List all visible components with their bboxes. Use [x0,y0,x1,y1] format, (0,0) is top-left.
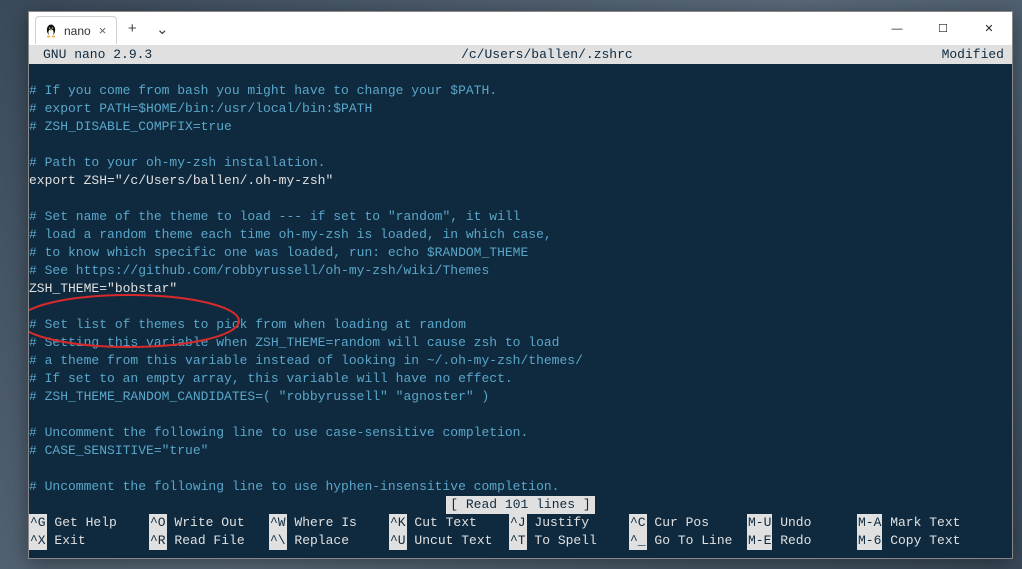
shortcut-key: ^W [269,514,287,532]
shortcut-key: ^R [149,532,167,550]
editor-line: # If you come from bash you might have t… [29,82,1012,100]
nano-filename: /c/Users/ballen/.zshrc [152,46,941,64]
shortcut-label: Write Out [167,514,245,532]
shortcut-label: Cur Pos [647,514,709,532]
shortcut-item: ^J Justify [509,514,629,532]
editor-line: # See https://github.com/robbyrussell/oh… [29,262,1012,280]
penguin-icon [44,24,58,38]
shortcut-key: ^U [389,532,407,550]
close-button[interactable]: ✕ [966,12,1012,46]
nano-version: GNU nano 2.9.3 [29,46,152,64]
shortcut-key: ^O [149,514,167,532]
app-window: nano × + ⌄ — ☐ ✕ GNU nano 2.9.3 /c/Users… [28,11,1013,559]
shortcut-label: Replace [287,532,349,550]
minimize-button[interactable]: — [874,12,920,46]
nano-status: [ Read 101 lines ] [29,496,1012,514]
editor-line: # Uncomment the following line to use hy… [29,478,1012,496]
shortcut-key: ^T [509,532,527,550]
shortcut-label: Get Help [47,514,117,532]
shortcut-item: ^W Where Is [269,514,389,532]
shortcut-key: ^J [509,514,527,532]
shortcut-item: ^X Exit [29,532,149,550]
shortcut-label: Exit [47,532,86,550]
editor-line: # export PATH=$HOME/bin:/usr/local/bin:$… [29,100,1012,118]
terminal-area[interactable]: GNU nano 2.9.3 /c/Users/ballen/.zshrc Mo… [29,46,1012,558]
tab-label: nano [64,24,91,38]
editor-line: # Set list of themes to pick from when l… [29,316,1012,334]
titlebar: nano × + ⌄ — ☐ ✕ [29,12,1012,46]
shortcut-label: Where Is [287,514,357,532]
shortcut-label: Undo [772,514,811,532]
nano-shortcuts: ^G Get Help^O Write Out^W Where Is^K Cut… [29,514,1012,552]
shortcut-label: Redo [772,532,811,550]
nano-status-text: [ Read 101 lines ] [446,496,594,514]
editor-line: # ZSH_DISABLE_COMPFIX=true [29,118,1012,136]
editor-line: # load a random theme each time oh-my-zs… [29,226,1012,244]
shortcut-key: ^\ [269,532,287,550]
editor-line: ZSH_THEME="bobstar" [29,280,1012,298]
shortcut-item: ^T To Spell [509,532,629,550]
editor-line: # Set name of the theme to load --- if s… [29,208,1012,226]
tab-nano[interactable]: nano × [35,16,117,44]
editor-body[interactable]: # If you come from bash you might have t… [29,64,1012,496]
maximize-button[interactable]: ☐ [920,12,966,46]
shortcut-label: Go To Line [647,532,733,550]
shortcut-key: M-U [747,514,772,532]
shortcut-label: To Spell [527,532,597,550]
editor-line [29,406,1012,424]
shortcut-item: ^C Cur Pos [629,514,747,532]
shortcut-item: ^O Write Out [149,514,269,532]
editor-line [29,460,1012,478]
shortcut-item: M-A Mark Text [857,514,967,532]
editor-line: # Path to your oh-my-zsh installation. [29,154,1012,172]
shortcut-key: M-A [857,514,882,532]
editor-line: # a theme from this variable instead of … [29,352,1012,370]
editor-line [29,298,1012,316]
window-controls: — ☐ ✕ [874,12,1012,46]
new-tab-button[interactable]: + [117,15,147,43]
shortcut-key: ^C [629,514,647,532]
shortcut-item: M-U Undo [747,514,857,532]
shortcut-label: Uncut Text [407,532,493,550]
editor-line: # Uncomment the following line to use ca… [29,424,1012,442]
editor-line: # ZSH_THEME_RANDOM_CANDIDATES=( "robbyru… [29,388,1012,406]
editor-line: # to know which specific one was loaded,… [29,244,1012,262]
shortcut-item: ^R Read File [149,532,269,550]
shortcut-item: ^G Get Help [29,514,149,532]
editor-line [29,136,1012,154]
editor-line: export ZSH="/c/Users/ballen/.oh-my-zsh" [29,172,1012,190]
shortcut-item: ^K Cut Text [389,514,509,532]
shortcut-label: Copy Text [882,532,960,550]
editor-line [29,64,1012,82]
editor-line: # If set to an empty array, this variabl… [29,370,1012,388]
shortcut-key: ^K [389,514,407,532]
shortcut-key: ^_ [629,532,647,550]
nano-header: GNU nano 2.9.3 /c/Users/ballen/.zshrc Mo… [29,46,1012,64]
shortcut-key: M-E [747,532,772,550]
shortcut-key: ^G [29,514,47,532]
tab-dropdown-button[interactable]: ⌄ [147,15,177,43]
shortcut-key: M-6 [857,532,882,550]
editor-line [29,190,1012,208]
shortcut-item: ^_ Go To Line [629,532,747,550]
shortcut-key: ^X [29,532,47,550]
shortcut-label: Mark Text [882,514,960,532]
shortcut-item: M-6 Copy Text [857,532,967,550]
tab-close-button[interactable]: × [97,23,109,38]
shortcut-label: Read File [167,532,245,550]
shortcut-item: ^\ Replace [269,532,389,550]
editor-line: # CASE_SENSITIVE="true" [29,442,1012,460]
shortcut-item: M-E Redo [747,532,857,550]
shortcut-item: ^U Uncut Text [389,532,509,550]
nano-modified: Modified [942,46,1012,64]
shortcut-label: Cut Text [407,514,477,532]
editor-line: # Setting this variable when ZSH_THEME=r… [29,334,1012,352]
shortcut-label: Justify [527,514,589,532]
